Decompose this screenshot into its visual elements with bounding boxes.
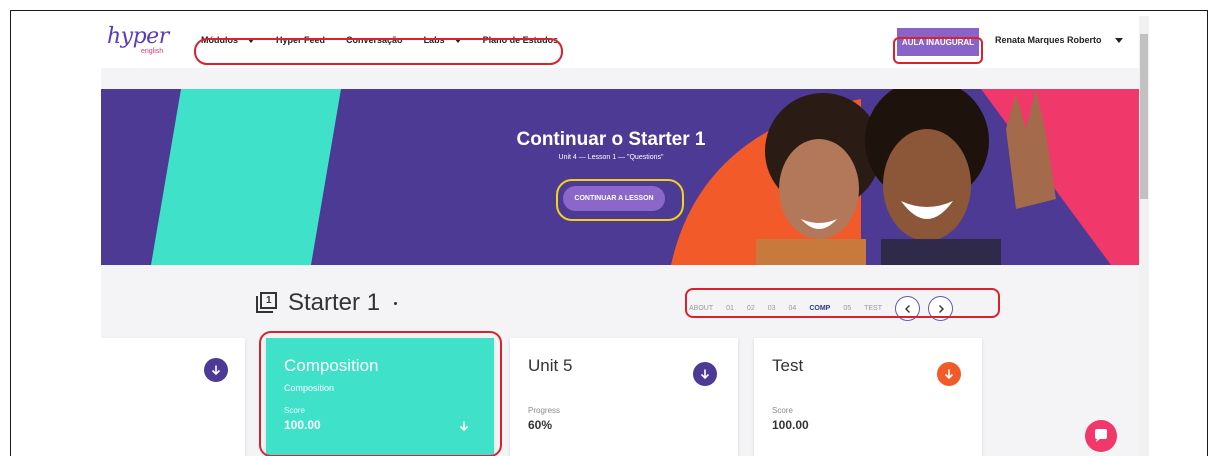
vertical-scrollbar[interactable] bbox=[1139, 16, 1149, 456]
annotation-composition-highlight bbox=[259, 331, 502, 456]
course-book-icon: 1 bbox=[256, 292, 278, 314]
chat-bubble-icon bbox=[1095, 429, 1107, 442]
arrow-down-icon bbox=[211, 365, 221, 376]
arrow-down-icon bbox=[700, 369, 710, 380]
card-progress-label: Progress bbox=[528, 406, 561, 415]
logo-text: hyper bbox=[107, 24, 169, 49]
card-score-value: 100.00 bbox=[772, 418, 809, 432]
unit-card-test[interactable]: Test Score 100.00 bbox=[754, 338, 982, 456]
card-progress-value: 60% bbox=[528, 418, 553, 432]
pink-shape bbox=[981, 89, 1139, 265]
course-title: Starter 1 bbox=[288, 289, 381, 316]
course-selector[interactable]: 1 Starter 1 bbox=[256, 289, 398, 317]
annotation-continue-highlight bbox=[556, 179, 684, 221]
card-score-label: Score bbox=[772, 406, 793, 415]
teal-stripe-shape bbox=[151, 89, 341, 265]
unit-card-unit5[interactable]: Unit 5 Progress 60% bbox=[510, 338, 738, 456]
card-title: Unit 5 bbox=[528, 356, 573, 375]
expand-button[interactable] bbox=[693, 362, 717, 386]
user-menu[interactable]: Renata Marques Roberto bbox=[995, 35, 1123, 45]
page-viewport: hyper english Módulos Hyper Feed Convers… bbox=[101, 16, 1139, 456]
annotation-nav-highlight bbox=[194, 38, 563, 65]
annotation-unit-nav-highlight bbox=[685, 288, 1000, 318]
logo-subtext: english bbox=[141, 48, 164, 55]
annotation-aula-highlight bbox=[893, 37, 983, 64]
expand-button[interactable] bbox=[204, 358, 228, 382]
chat-button[interactable] bbox=[1085, 420, 1117, 452]
user-name: Renata Marques Roberto bbox=[995, 35, 1102, 45]
expand-button[interactable] bbox=[937, 362, 961, 386]
scrollbar-thumb[interactable] bbox=[1140, 34, 1148, 199]
hero-banner: Continuar o Starter 1 Unit 4 — Lesson 1 … bbox=[101, 89, 1139, 265]
hero-artwork bbox=[151, 89, 1139, 265]
card-title: Test bbox=[772, 356, 804, 375]
arrow-down-icon bbox=[944, 369, 954, 380]
hero-subtitle: Unit 4 — Lesson 1 — "Questions" bbox=[558, 154, 664, 161]
unit-card-previous[interactable] bbox=[101, 338, 245, 456]
dropdown-dot-icon bbox=[394, 301, 398, 305]
caret-down-icon bbox=[1114, 37, 1123, 43]
hyper-logo[interactable]: hyper english bbox=[107, 24, 169, 60]
browser-frame: hyper english Módulos Hyper Feed Convers… bbox=[10, 10, 1208, 456]
hero-title: Continuar o Starter 1 bbox=[516, 129, 706, 150]
